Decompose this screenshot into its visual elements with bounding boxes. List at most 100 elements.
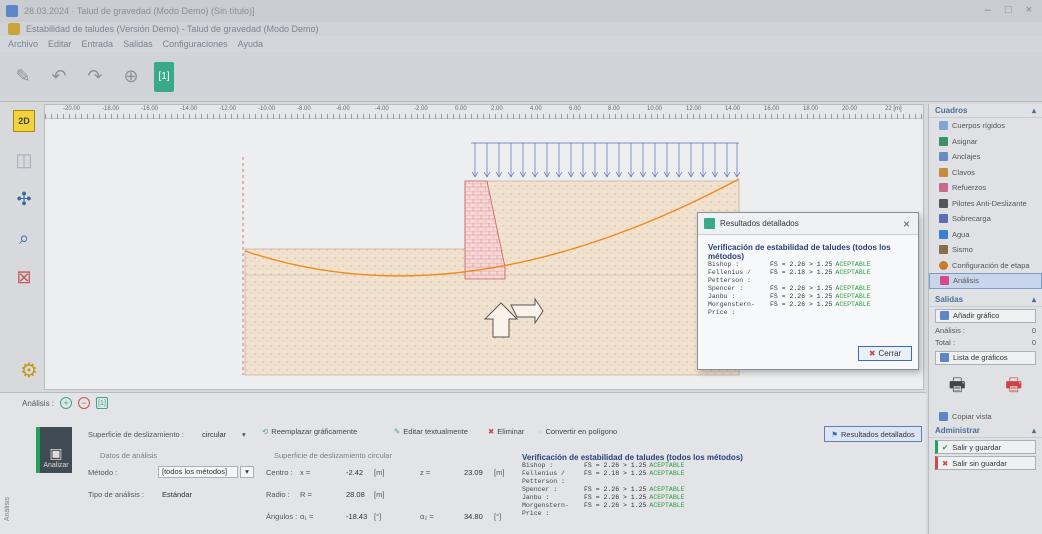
panel-item-label: Cuerpos rígidos	[952, 121, 1005, 131]
settings-gear-icon[interactable]: ⚙	[20, 358, 38, 383]
panel-item-refuerzos[interactable]: Refuerzos	[929, 180, 1042, 196]
check-icon: ✔	[942, 442, 949, 452]
replace-graphically-button[interactable]: ⟲ Reemplazar gráficamente	[262, 427, 357, 436]
results-flag-icon: ⚑	[831, 429, 838, 439]
menu-salidas[interactable]: Salidas	[123, 39, 153, 49]
right-panel: Cuadros ▴ Cuerpos rígidos Asignar Anclaje…	[928, 104, 1042, 534]
exit-nosave-button[interactable]: ✖ Salir sin guardar	[935, 456, 1036, 470]
menu-archivo[interactable]: Archivo	[8, 39, 38, 49]
panel-header-salidas[interactable]: Salidas ▴	[929, 293, 1042, 307]
panel-item-analisis[interactable]: Análisis	[929, 273, 1042, 289]
title-bar: 28.03.2024 · Talud de gravedad (Modo Dem…	[0, 0, 1042, 22]
collapse-icon[interactable]: ▴	[1032, 106, 1036, 115]
remove-analysis-icon[interactable]: −	[78, 397, 91, 409]
side-tab-label[interactable]: Análisis	[4, 497, 11, 521]
zoom-icon[interactable]: ⌕	[19, 228, 29, 249]
total-count-value: 0	[1031, 338, 1036, 347]
assign-icon	[939, 136, 948, 146]
analysis-header: Análisis : + − [1]	[0, 393, 926, 413]
anchor-icon	[939, 152, 948, 162]
result-status: ACEPTABLE	[649, 494, 685, 501]
menu-editar[interactable]: Editar	[48, 39, 72, 49]
close-icon[interactable]: ×	[1026, 4, 1032, 16]
radius-label: Radio :	[266, 490, 290, 499]
method-value: FS = 2.26 > 1.25	[770, 261, 833, 268]
panel-item-label: Pilotes Anti-Deslizante	[952, 198, 1027, 208]
surcharge-load[interactable]	[471, 142, 741, 178]
result-value: FS = 2.26 > 1.25	[584, 494, 647, 501]
total-count-label: Total :	[935, 338, 956, 347]
redo-icon[interactable]: ↷	[82, 64, 108, 90]
add-stage-icon[interactable]: ⊕	[118, 64, 144, 90]
method-select[interactable]: [todos los métodos]	[158, 466, 238, 478]
print-icon[interactable]: 🖶	[949, 373, 966, 403]
panel-item-clavos[interactable]: Clavos	[929, 165, 1042, 181]
undo-icon[interactable]: ↶	[46, 64, 72, 90]
radius-value[interactable]: 28.08	[346, 490, 365, 499]
delete-button[interactable]: ✖ Eliminar	[488, 427, 524, 436]
panel-header-admin[interactable]: Administrar ▴	[929, 424, 1042, 438]
view-2d-button[interactable]: 2D	[13, 110, 35, 132]
method-dropdown-icon[interactable]: ▾	[240, 466, 254, 478]
copy-view-button[interactable]: Copiar vista	[929, 409, 1042, 425]
maximize-icon[interactable]: □	[1005, 4, 1012, 16]
result-method: Bishop :	[522, 462, 554, 469]
dialog-close-icon[interactable]: ×	[903, 217, 910, 231]
slip-surface-select[interactable]: circular	[202, 430, 226, 439]
panel-item-config-etapa[interactable]: Configuración de etapa	[929, 258, 1042, 274]
method-row: Janbu : FS = 2.26 > 1.25 ACEPTABLE	[708, 293, 908, 301]
panel-header-cuadros[interactable]: Cuadros ▴	[929, 104, 1042, 118]
panel-item-sismo[interactable]: Sismo	[929, 242, 1042, 258]
minimize-icon[interactable]: –	[985, 4, 991, 16]
panel-item-label: Asignar	[952, 136, 978, 146]
detailed-results-button[interactable]: ⚑ Resultados detallados	[824, 426, 922, 442]
panel-item-agua[interactable]: Agua	[929, 227, 1042, 243]
analysis-header-label: Análisis :	[22, 398, 55, 408]
graph-list-button[interactable]: Lista de gráficos	[935, 350, 1036, 365]
analysis-type-value[interactable]: Estándar	[162, 490, 192, 499]
stage-button[interactable]: [1]	[154, 61, 174, 92]
panel-item-sobrecarga[interactable]: Sobrecarga	[929, 211, 1042, 227]
alpha1-value[interactable]: -18.43	[346, 512, 367, 521]
move-icon[interactable]: ✣	[16, 189, 31, 210]
z-symbol: z =	[420, 468, 431, 477]
collapse-icon[interactable]: ▴	[1032, 426, 1036, 435]
frame-icon[interactable]: ⊠	[16, 267, 31, 288]
center-z-value[interactable]: 23.09	[464, 468, 483, 477]
method-name: Fellenius / Petterson :	[708, 269, 751, 284]
x-symbol: x =	[300, 468, 311, 477]
menu-configuraciones[interactable]: Configuraciones	[163, 39, 228, 49]
panel-item-cuerpos[interactable]: Cuerpos rígidos	[929, 118, 1042, 134]
analyze-button[interactable]: ▣ Analizar	[36, 427, 72, 473]
center-x-value[interactable]: -2.42	[346, 468, 363, 477]
menu-ayuda[interactable]: Ayuda	[238, 39, 263, 49]
edit-textually-button[interactable]: ✎ Editar textualmente	[394, 427, 468, 436]
add-analysis-icon[interactable]: +	[60, 397, 73, 409]
alpha2-value[interactable]: 34.80	[464, 512, 483, 521]
method-row: Morgenstern-Price : FS = 2.26 > 1.25 ACEPT…	[708, 301, 908, 317]
unit-deg: [°]	[374, 512, 382, 521]
print-export-icon[interactable]: 🖶	[1005, 373, 1022, 403]
ruler-label: 18.00	[803, 106, 819, 112]
3d-icon[interactable]: ◫	[15, 150, 32, 171]
method-name: Bishop :	[708, 261, 740, 268]
dropdown-icon[interactable]: ▾	[242, 430, 246, 439]
analysis-stage-tag[interactable]: [1]	[96, 397, 109, 409]
close-button[interactable]: ✖ Cerrar	[858, 346, 912, 361]
earthquake-icon	[939, 245, 948, 255]
menu-entrada[interactable]: Entrada	[82, 39, 114, 49]
doc-title: Estabilidad de taludes (Versión Demo) - …	[26, 24, 319, 34]
collapse-icon[interactable]: ▴	[1032, 295, 1036, 304]
method-row: Bishop : FS = 2.26 > 1.25 ACEPTABLE	[708, 261, 908, 269]
save-exit-button[interactable]: ✔ Salir y guardar	[935, 440, 1036, 454]
add-graphic-button[interactable]: Añadir gráfico	[935, 308, 1036, 323]
left-toolbar: 2D ◫ ✣ ⌕ ⊠	[8, 110, 40, 382]
convert-polygon-button[interactable]: ◌ Convertir en polígono	[538, 427, 617, 436]
panel-item-pilotes[interactable]: Pilotes Anti-Deslizante	[929, 196, 1042, 212]
analysis-results-summary: Verificación de estabilidad de taludes (…	[522, 453, 743, 518]
panel-item-asignar[interactable]: Asignar	[929, 134, 1042, 150]
toolbar: ✎ ↶ ↷ ⊕ [1]	[0, 52, 1042, 102]
total-count-row: Total : 0	[929, 337, 1042, 349]
edit-icon[interactable]: ✎	[10, 64, 36, 90]
panel-item-anclajes[interactable]: Anclajes	[929, 149, 1042, 165]
